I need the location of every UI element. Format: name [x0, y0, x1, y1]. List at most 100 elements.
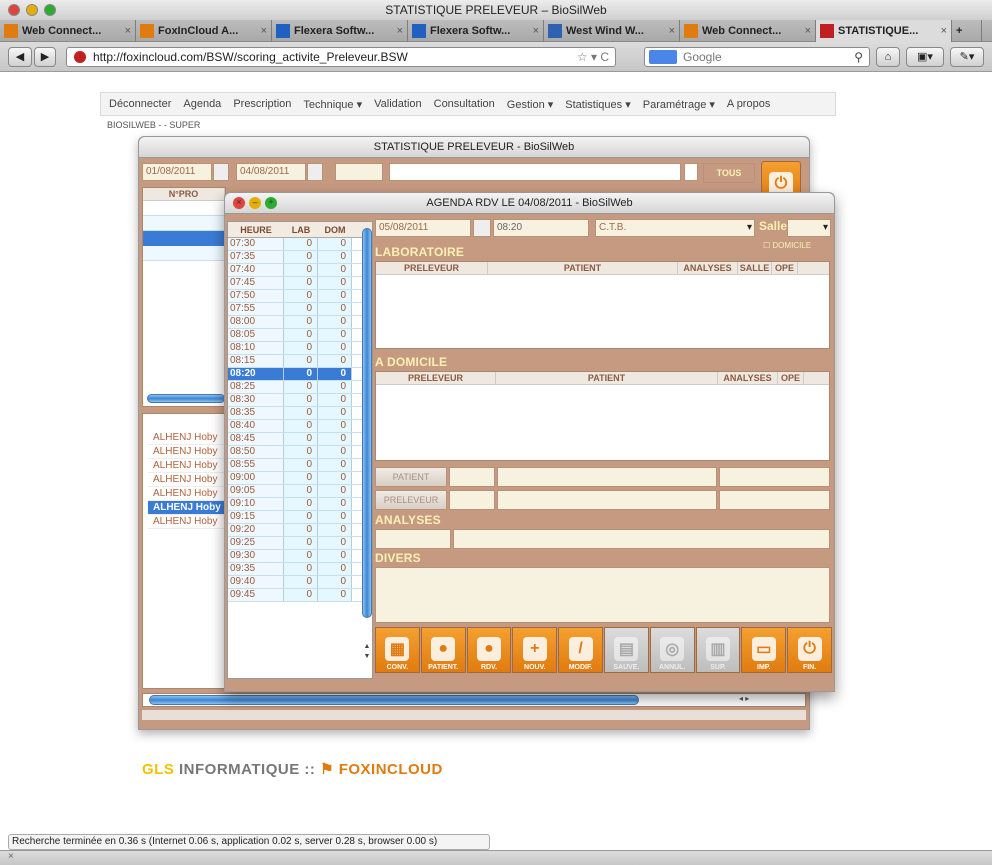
laboratoire-table[interactable]: PRELEVEUR PATIENT ANALYSES SALLE OPE: [375, 261, 830, 349]
agenda-table[interactable]: HEURE LAB DOM 07:30 0 0 07:35 0 0 07:40 0 0 07:45…: [227, 221, 373, 679]
close-tab-icon[interactable]: ×: [669, 25, 675, 37]
menu-item[interactable]: Validation: [374, 98, 422, 110]
close-tab-icon[interactable]: ×: [941, 25, 947, 37]
maximize-icon[interactable]: +: [265, 197, 277, 209]
site-select[interactable]: C.T.B. ▾: [595, 219, 755, 237]
agenda-row[interactable]: 07:45 0 0: [228, 277, 372, 290]
new-tab-button[interactable]: +: [952, 20, 982, 42]
menu-item[interactable]: Consultation: [434, 98, 495, 110]
filter-field[interactable]: [335, 163, 383, 181]
agenda-row[interactable]: 09:05 0 0: [228, 485, 372, 498]
patient-extra-field[interactable]: [719, 467, 830, 487]
window-controls[interactable]: [8, 4, 56, 16]
agenda-row[interactable]: 07:35 0 0: [228, 251, 372, 264]
agenda-row[interactable]: 07:55 0 0: [228, 303, 372, 316]
browser-tab[interactable]: West Wind W... ×: [544, 20, 680, 42]
bookmarks-icon[interactable]: ▣▾: [906, 47, 944, 67]
agenda-row[interactable]: 08:30 0 0: [228, 394, 372, 407]
domicile-table[interactable]: PRELEVEUR PATIENT ANALYSES OPE: [375, 371, 830, 461]
list-item[interactable]: ALHENJ Hoby: [148, 515, 224, 529]
tous-button[interactable]: TOUS: [703, 163, 755, 183]
preleveur-button[interactable]: PRELEVEUR: [375, 490, 447, 510]
agenda-row[interactable]: 08:40 0 0: [228, 420, 372, 433]
agenda-row[interactable]: 08:55 0 0: [228, 459, 372, 472]
addon-icon[interactable]: ✎▾: [950, 47, 984, 67]
back-button[interactable]: ◀: [8, 47, 32, 67]
patient-code-field[interactable]: [449, 467, 495, 487]
bottom-scroll-track[interactable]: ◂ ▸: [142, 693, 806, 707]
sup-button[interactable]: ▥ SUP.: [695, 627, 741, 673]
list-item[interactable]: ALHENJ Hoby: [148, 487, 224, 501]
agenda-row[interactable]: 07:40 0 0: [228, 264, 372, 277]
agenda-row[interactable]: 07:50 0 0: [228, 290, 372, 303]
agenda-window-controls[interactable]: × – +: [233, 197, 277, 209]
agenda-row[interactable]: 08:15 0 0: [228, 355, 372, 368]
agenda-row[interactable]: 08:45 0 0: [228, 433, 372, 446]
list-item[interactable]: ALHENJ Hoby: [148, 459, 224, 473]
menu-item[interactable]: Agenda: [183, 98, 221, 110]
search-icon[interactable]: ⚲: [854, 48, 863, 66]
browser-tab[interactable]: STATISTIQUE... ×: [816, 20, 952, 42]
browser-tab[interactable]: Web Connect... ×: [680, 20, 816, 42]
vertical-scrollbar[interactable]: [362, 228, 372, 618]
agenda-row[interactable]: 09:00 0 0: [228, 472, 372, 485]
scroll-arrows-icon[interactable]: ▲ ▼: [362, 642, 372, 662]
table-row[interactable]: [143, 231, 225, 246]
agenda-row[interactable]: 09:10 0 0: [228, 498, 372, 511]
domicile-checkbox[interactable]: ☐ DOMICILE: [763, 241, 811, 250]
close-tab-icon[interactable]: ×: [125, 25, 131, 37]
annul-button[interactable]: ◎ ANNUL.: [649, 627, 695, 673]
menu-item[interactable]: Déconnecter: [109, 98, 171, 110]
browser-tab[interactable]: Web Connect... ×: [0, 20, 136, 42]
menu-item[interactable]: Paramétrage ▾: [643, 98, 715, 111]
agenda-row[interactable]: 09:45 0 0: [228, 589, 372, 602]
list-item[interactable]: ALHENJ Hoby: [148, 431, 224, 445]
preleveur-extra-field[interactable]: [719, 490, 830, 510]
rdv-button[interactable]: ● RDV.: [466, 627, 512, 673]
table-row[interactable]: [143, 201, 225, 216]
preleveur-name-field[interactable]: [497, 490, 717, 510]
menu-item[interactable]: Statistiques ▾: [565, 98, 630, 111]
preleveur-code-field[interactable]: [449, 490, 495, 510]
imp-button[interactable]: ▭ IMP.: [741, 627, 787, 673]
agenda-row[interactable]: 08:35 0 0: [228, 407, 372, 420]
browser-tab[interactable]: Flexera Softw... ×: [408, 20, 544, 42]
analyses-code-field[interactable]: [375, 529, 451, 549]
divers-textarea[interactable]: [375, 567, 830, 623]
table-row[interactable]: [143, 216, 225, 231]
close-icon[interactable]: ×: [233, 197, 245, 209]
close-tab-icon[interactable]: ×: [805, 25, 811, 37]
list-item[interactable]: ALHENJ Hoby: [148, 473, 224, 487]
horizontal-scrollbar[interactable]: [147, 394, 225, 403]
patient-name-field[interactable]: [497, 467, 717, 487]
forward-button[interactable]: ▶: [34, 47, 56, 67]
agenda-row[interactable]: 09:40 0 0: [228, 576, 372, 589]
home-icon[interactable]: ⌂: [876, 47, 900, 67]
agenda-row[interactable]: 08:10 0 0: [228, 342, 372, 355]
agenda-time-field[interactable]: 08:20: [493, 219, 589, 237]
agenda-row[interactable]: 08:20 0 0: [228, 368, 372, 381]
agenda-row[interactable]: 09:20 0 0: [228, 524, 372, 537]
modif-button[interactable]: / MODIF.: [558, 627, 603, 673]
menu-item[interactable]: Technique ▾: [303, 98, 362, 111]
small-field[interactable]: [684, 163, 698, 181]
search-field[interactable]: [389, 163, 681, 181]
salle-select[interactable]: ▾: [787, 219, 831, 237]
conv-button[interactable]: ▦ CONV.: [375, 627, 420, 673]
horizontal-scrollbar[interactable]: [149, 695, 639, 705]
sauve-button[interactable]: ▤ SAUVE.: [603, 627, 649, 673]
agenda-row[interactable]: 08:00 0 0: [228, 316, 372, 329]
reload-icon[interactable]: ☆ ▾ C: [577, 48, 609, 66]
scroll-arrows-icon[interactable]: ◂ ▸: [739, 694, 761, 706]
agenda-row[interactable]: 07:30 0 0: [228, 238, 372, 251]
table-row[interactable]: [143, 246, 225, 261]
zoom-window-icon[interactable]: [44, 4, 56, 16]
agenda-row[interactable]: 09:25 0 0: [228, 537, 372, 550]
minimize-icon[interactable]: –: [249, 197, 261, 209]
agenda-row[interactable]: 08:25 0 0: [228, 381, 372, 394]
browser-tab[interactable]: FoxInCloud A... ×: [136, 20, 272, 42]
calendar-icon[interactable]: [307, 163, 323, 181]
agenda-row[interactable]: 09:15 0 0: [228, 511, 372, 524]
list-item[interactable]: ALHENJ Hoby: [148, 501, 224, 515]
close-tab-icon[interactable]: ×: [397, 25, 403, 37]
